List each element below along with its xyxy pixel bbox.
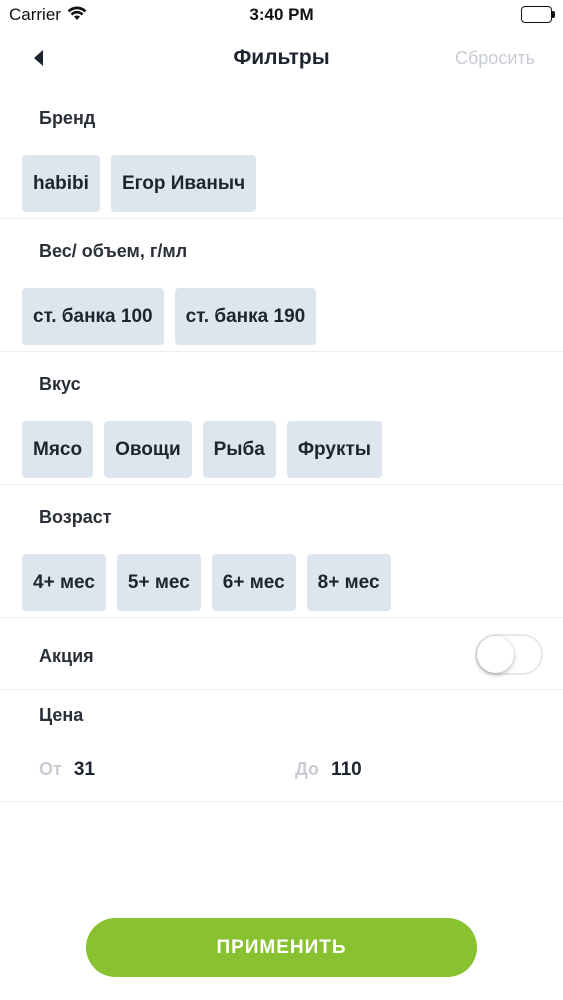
brand-section: Бренд habibi Егор Иваныч (0, 86, 563, 219)
promo-toggle[interactable] (475, 634, 543, 675)
weight-section: Вес/ объем, г/мл ст. банка 100 ст. банка… (0, 219, 563, 352)
filter-chip[interactable]: 6+ мес (211, 554, 296, 611)
apply-button[interactable]: ПРИМЕНИТЬ (86, 918, 477, 977)
age-section: Возраст 4+ мес 5+ мес 6+ мес 8+ мес (0, 485, 563, 618)
filter-chip[interactable]: 8+ мес (306, 554, 391, 611)
filter-chip[interactable]: Егор Иваныч (110, 155, 257, 212)
price-section: Цена От 31 До 110 (0, 690, 563, 802)
battery-icon (521, 6, 555, 23)
filter-chip[interactable]: 5+ мес (116, 554, 201, 611)
section-title: Цена (39, 705, 84, 725)
filter-chip[interactable]: Мясо (22, 421, 94, 478)
nav-bar: Фильтры Сбросить (0, 30, 563, 86)
filter-chip[interactable]: Фрукты (286, 421, 383, 478)
section-title: Бренд (39, 108, 96, 128)
filters-screen: Carrier 3:40 PM Фильтры Сбросить Бренд h… (0, 0, 563, 1000)
chip-list: habibi Егор Иваныч (22, 155, 257, 212)
filter-chip[interactable]: 4+ мес (22, 554, 106, 611)
clock: 3:40 PM (249, 5, 314, 24)
chip-list: ст. банка 100 ст. банка 190 (22, 288, 317, 345)
price-from-field[interactable]: От 31 (39, 759, 95, 781)
price-to-field[interactable]: До 110 (295, 759, 362, 781)
taste-section: Вкус Мясо Овощи Рыба Фрукты (0, 352, 563, 485)
price-to-value: 110 (331, 759, 362, 780)
section-title: Возраст (39, 507, 112, 527)
price-from-label: От (39, 759, 62, 779)
filter-chip[interactable]: Рыба (202, 421, 276, 478)
chip-list: Мясо Овощи Рыба Фрукты (22, 421, 383, 478)
toggle-knob (477, 636, 514, 673)
filter-chip[interactable]: ст. банка 190 (174, 288, 317, 345)
section-title: Вкус (39, 374, 81, 394)
reset-button[interactable]: Сбросить (455, 48, 535, 69)
promo-section: Акция (0, 618, 563, 690)
status-bar: Carrier 3:40 PM (0, 0, 563, 30)
section-title: Акция (39, 646, 94, 666)
section-title: Вес/ объем, г/мл (39, 241, 188, 261)
chip-list: 4+ мес 5+ мес 6+ мес 8+ мес (22, 554, 391, 611)
price-from-value: 31 (73, 759, 95, 780)
filter-chip[interactable]: habibi (22, 155, 100, 212)
filter-chip[interactable]: ст. банка 100 (22, 288, 164, 345)
filter-chip[interactable]: Овощи (104, 421, 192, 478)
price-to-label: До (295, 759, 320, 779)
